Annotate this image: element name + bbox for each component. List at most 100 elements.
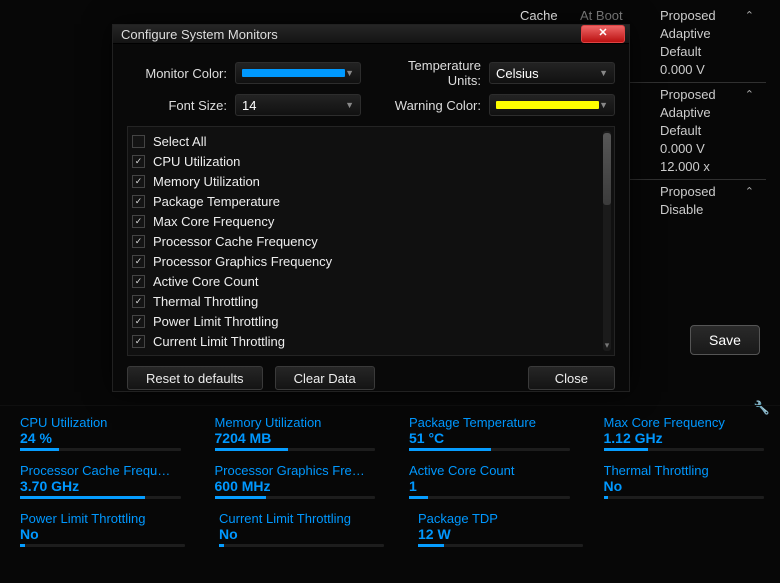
- font-size-value: 14: [242, 98, 256, 113]
- checkbox[interactable]: [132, 175, 145, 188]
- checkbox[interactable]: [132, 295, 145, 308]
- bg-dis-v: Disable: [660, 202, 740, 217]
- checklist-label: Active Core Count: [153, 274, 259, 289]
- bg-a-r2-v: Default: [660, 44, 740, 59]
- monitor-title: Max Core Frequency: [604, 415, 765, 430]
- wrench-icon[interactable]: 🔧: [754, 400, 770, 416]
- dialog-titlebar[interactable]: Configure System Monitors ✕: [113, 25, 629, 44]
- monitor-value: No: [20, 526, 185, 542]
- monitor-bar: [604, 448, 765, 451]
- monitor-tile[interactable]: Processor Graphics Fre…600 MHz: [215, 463, 376, 499]
- monitor-tile[interactable]: Max Core Frequency1.12 GHz: [604, 415, 765, 451]
- checklist-item[interactable]: Current Limit Throttling: [132, 331, 606, 351]
- checkbox[interactable]: [132, 235, 145, 248]
- monitor-tile[interactable]: Thermal ThrottlingNo: [604, 463, 765, 499]
- bg-proposed-header: Proposed: [660, 8, 740, 23]
- monitor-tile[interactable]: Current Limit ThrottlingNo: [219, 511, 384, 547]
- monitor-value: No: [604, 478, 765, 494]
- monitor-tile[interactable]: Package Temperature51 °C: [409, 415, 570, 451]
- temp-units-label: Temperature Units:: [381, 58, 481, 88]
- chevron-down-icon: ▼: [599, 100, 608, 110]
- checkbox[interactable]: [132, 155, 145, 168]
- checklist-item[interactable]: Memory Utilization: [132, 171, 606, 191]
- bg-b-r1-v: Adaptive: [660, 105, 740, 120]
- monitor-bar: [20, 496, 181, 499]
- monitor-title: Power Limit Throttling: [20, 511, 185, 526]
- monitor-bar: [215, 496, 376, 499]
- checkbox[interactable]: [132, 255, 145, 268]
- monitor-value: 600 MHz: [215, 478, 376, 494]
- chevron-down-icon[interactable]: ▾: [603, 340, 611, 351]
- close-icon[interactable]: ✕: [581, 25, 625, 43]
- monitor-bar: [409, 496, 570, 499]
- warning-color-label: Warning Color:: [381, 98, 481, 113]
- checklist-label: Thermal Throttling: [153, 294, 258, 309]
- checklist-item[interactable]: Processor Graphics Frequency: [132, 251, 606, 271]
- reset-defaults-button[interactable]: Reset to defaults: [127, 366, 263, 390]
- checklist-label: Current Limit Throttling: [153, 334, 285, 349]
- scrollbar-thumb[interactable]: [603, 133, 611, 205]
- monitor-bar: [409, 448, 570, 451]
- monitor-tile[interactable]: Processor Cache Frequ…3.70 GHz: [20, 463, 181, 499]
- temp-units-combo[interactable]: Celsius ▼: [489, 62, 615, 84]
- monitor-title: Processor Cache Frequ…: [20, 463, 181, 478]
- checkbox[interactable]: [132, 195, 145, 208]
- checkbox[interactable]: [132, 135, 145, 148]
- monitor-tile[interactable]: Power Limit ThrottlingNo: [20, 511, 185, 547]
- monitor-value: No: [219, 526, 384, 542]
- configure-monitors-dialog: Configure System Monitors ✕ Monitor Colo…: [112, 24, 630, 392]
- bg-a-r1-v: Adaptive: [660, 26, 740, 41]
- chevron-down-icon: ▼: [345, 100, 354, 110]
- monitor-strip: CPU Utilization24 % Memory Utilization720…: [20, 415, 764, 547]
- bg-p1-v: Proposed: [660, 87, 740, 102]
- monitor-tile[interactable]: Package TDP12 W: [418, 511, 583, 547]
- bg-p2-v: Proposed: [660, 184, 740, 199]
- monitor-title: Current Limit Throttling: [219, 511, 384, 526]
- checklist-item[interactable]: Max Core Frequency: [132, 211, 606, 231]
- bg-b-r3-v: 0.000 V: [660, 141, 740, 156]
- checklist-label: Memory Utilization: [153, 174, 260, 189]
- monitor-tile[interactable]: Memory Utilization7204 MB: [215, 415, 376, 451]
- monitor-color-combo[interactable]: ▼: [235, 62, 361, 84]
- checklist-label: Max Core Frequency: [153, 214, 274, 229]
- monitor-title: Memory Utilization: [215, 415, 376, 430]
- scrollbar[interactable]: ▾: [603, 131, 611, 351]
- monitor-tile[interactable]: Active Core Count1: [409, 463, 570, 499]
- font-size-combo[interactable]: 14 ▼: [235, 94, 361, 116]
- checklist-label: Processor Graphics Frequency: [153, 254, 332, 269]
- save-button[interactable]: Save: [690, 325, 760, 355]
- checkbox[interactable]: [132, 335, 145, 348]
- monitor-value: 7204 MB: [215, 430, 376, 446]
- checklist-item[interactable]: Thermal Throttling: [132, 291, 606, 311]
- warning-color-combo[interactable]: ▼: [489, 94, 615, 116]
- monitor-title: Processor Graphics Fre…: [215, 463, 376, 478]
- chevron-up-icon[interactable]: ⌃: [740, 185, 754, 198]
- monitor-checklist[interactable]: Select All CPU Utilization Memory Utilizat…: [127, 126, 615, 356]
- checklist-item[interactable]: Active Core Count: [132, 271, 606, 291]
- bg-b-r2-v: Default: [660, 123, 740, 138]
- checkbox[interactable]: [132, 215, 145, 228]
- checklist-item[interactable]: CPU Utilization: [132, 151, 606, 171]
- close-button[interactable]: Close: [528, 366, 615, 390]
- bg-atboot-header: At Boot: [580, 8, 660, 23]
- monitor-tile[interactable]: CPU Utilization24 %: [20, 415, 181, 451]
- monitor-value: 1: [409, 478, 570, 494]
- checklist-item[interactable]: Package Temperature: [132, 191, 606, 211]
- checkbox[interactable]: [132, 315, 145, 328]
- clear-data-button[interactable]: Clear Data: [275, 366, 375, 390]
- checkbox[interactable]: [132, 275, 145, 288]
- checklist-item[interactable]: Processor Cache Frequency: [132, 231, 606, 251]
- checklist-item[interactable]: Select All: [132, 131, 606, 151]
- monitor-value: 51 °C: [409, 430, 570, 446]
- chevron-up-icon[interactable]: ⌃: [740, 9, 754, 22]
- monitor-bar: [219, 544, 384, 547]
- checklist-item[interactable]: Power Limit Throttling: [132, 311, 606, 331]
- checklist-label: Package Temperature: [153, 194, 280, 209]
- monitor-value: 1.12 GHz: [604, 430, 765, 446]
- chevron-up-icon[interactable]: ⌃: [740, 88, 754, 101]
- monitor-color-swatch: [242, 69, 345, 77]
- monitor-title: Active Core Count: [409, 463, 570, 478]
- checklist-label: Power Limit Throttling: [153, 314, 278, 329]
- checklist-label: Processor Cache Frequency: [153, 234, 318, 249]
- checklist-label: CPU Utilization: [153, 154, 240, 169]
